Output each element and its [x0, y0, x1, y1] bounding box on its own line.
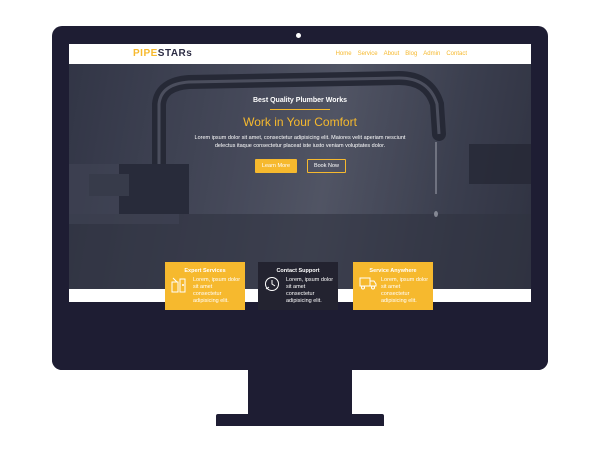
card-text: Lorem, ipsum dolor sit amet consectetur … — [381, 277, 429, 304]
card-contact-support[interactable]: Contact Support Lorem, ipsum dolor sit a… — [258, 262, 338, 310]
learn-more-button[interactable]: Learn More — [255, 159, 297, 173]
navbar: PIPESTARs Home Service About Blog Admin … — [69, 44, 531, 64]
monitor-chin — [52, 302, 548, 370]
hero-description: Lorem ipsum dolor sit amet, consectetur … — [194, 135, 406, 149]
card-expert-services[interactable]: Expert Services Lorem, ipsum dolor sit a… — [165, 262, 245, 310]
card-text: Lorem, ipsum dolor sit amet consectetur … — [193, 277, 241, 304]
nav-home[interactable]: Home — [336, 50, 352, 58]
logo-part-pipe: PIPE — [133, 48, 158, 59]
hero-eyebrow: Best Quality Plumber Works — [252, 97, 347, 104]
tools-icon — [171, 277, 186, 293]
card-title: Service Anywhere — [369, 268, 417, 274]
clock-support-icon — [265, 277, 279, 291]
card-title: Expert Services — [184, 268, 226, 274]
card-title: Contact Support — [276, 268, 320, 274]
hero-headline: Work in Your Comfort — [243, 115, 357, 129]
card-service-anywhere[interactable]: Service Anywhere Lorem, ipsum dolor sit … — [353, 262, 433, 310]
monitor-stand-base — [216, 414, 384, 426]
webcam-dot — [296, 33, 301, 38]
nav-admin[interactable]: Admin — [423, 50, 440, 58]
nav-blog[interactable]: Blog — [405, 50, 417, 58]
nav-about[interactable]: About — [384, 50, 400, 58]
monitor-stand-neck — [248, 369, 352, 415]
logo-part-stars: STARs — [157, 48, 193, 59]
main-nav: Home Service About Blog Admin Contact — [336, 50, 467, 58]
site-logo[interactable]: PIPESTARs — [133, 49, 192, 59]
nav-contact[interactable]: Contact — [446, 50, 467, 58]
nav-service[interactable]: Service — [358, 50, 378, 58]
hero-divider — [270, 109, 330, 110]
truck-icon — [359, 277, 377, 290]
book-now-button[interactable]: Book Now — [307, 159, 346, 173]
card-text: Lorem, ipsum dolor sit amet consectetur … — [286, 277, 334, 304]
hero-section: Best Quality Plumber Works Work in Your … — [69, 64, 531, 289]
